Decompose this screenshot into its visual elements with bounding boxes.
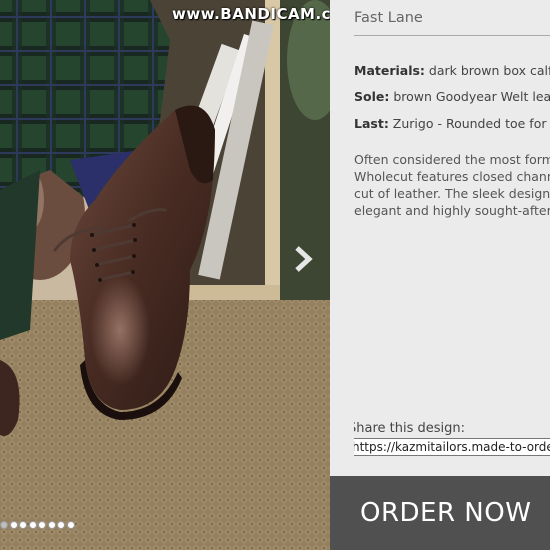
spec-materials: Materials: dark brown box calf — [354, 63, 550, 78]
spec-last-value: Zurigo - Rounded toe for tr — [388, 116, 550, 131]
carousel-dot[interactable] — [9, 521, 18, 529]
carousel-dot[interactable] — [0, 521, 8, 529]
product-description: Often considered the most form Wholecut … — [354, 151, 550, 219]
recording-watermark: www.BANDICAM.com — [172, 5, 330, 23]
carousel-next-button[interactable] — [290, 244, 316, 274]
carousel-dot[interactable] — [28, 521, 37, 529]
description-line: Wholecut features closed chann — [354, 169, 550, 184]
shoe-photo — [0, 0, 330, 550]
description-line: Often considered the most form — [354, 152, 550, 167]
description-line: elegant and highly sought-after s — [354, 203, 550, 218]
spec-sole-value: brown Goodyear Welt leat — [389, 89, 550, 104]
spec-materials-label: Materials: — [354, 63, 425, 78]
product-info-panel: Fast Lane Materials: dark brown box calf… — [330, 0, 550, 550]
spec-sole: Sole: brown Goodyear Welt leat — [354, 89, 550, 104]
carousel-dot[interactable] — [57, 521, 65, 529]
spec-materials-value: dark brown box calf — [424, 63, 550, 78]
share-label: Share this design: — [354, 421, 466, 436]
product-name: Fast Lane — [354, 10, 423, 26]
carousel-dot[interactable] — [38, 521, 46, 529]
description-line: cut of leather. The sleek design a — [354, 186, 550, 201]
carousel-dot[interactable] — [47, 521, 56, 529]
carousel-dots — [0, 521, 75, 529]
share-url-field[interactable] — [354, 438, 550, 456]
order-now-button[interactable]: ORDER NOW — [330, 476, 550, 550]
carousel-dot[interactable] — [19, 521, 27, 529]
chevron-right-icon — [295, 246, 313, 272]
spec-last-label: Last: — [354, 116, 389, 131]
product-photo: www.BANDICAM.com — [0, 0, 330, 550]
title-divider — [354, 35, 550, 36]
spec-last: Last: Zurigo - Rounded toe for tr — [354, 116, 550, 131]
product-details: Fast Lane Materials: dark brown box calf… — [354, 0, 550, 476]
carousel-dot[interactable] — [66, 521, 75, 529]
spec-sole-label: Sole: — [354, 89, 390, 104]
